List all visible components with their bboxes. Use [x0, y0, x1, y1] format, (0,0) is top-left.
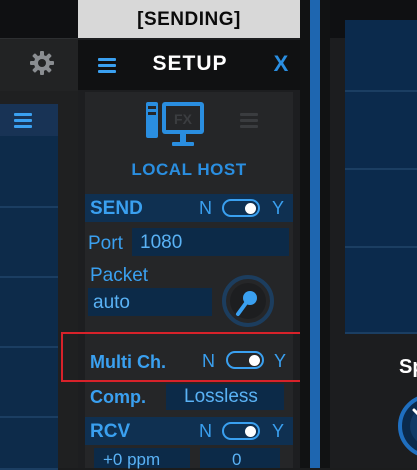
- left-channel-list: [0, 104, 58, 470]
- comp-value: Lossless: [184, 386, 258, 407]
- right-partial-label: Sp: [399, 356, 417, 378]
- toggle-knob: [245, 426, 256, 437]
- close-button[interactable]: X: [268, 51, 294, 77]
- column-divider-accent: [310, 0, 320, 468]
- setup-title: SETUP: [152, 52, 228, 75]
- offset-value: 0: [232, 450, 242, 469]
- left-list-cell[interactable]: [0, 348, 58, 418]
- left-list-cell[interactable]: [0, 278, 58, 348]
- left-list-cell[interactable]: [0, 136, 58, 208]
- ppm-value: +0 ppm: [103, 450, 161, 469]
- center-title: [SENDING]: [137, 9, 241, 30]
- left-topbar: [0, 0, 78, 39]
- port-label: Port: [88, 233, 123, 254]
- right-channel-list: [345, 20, 417, 334]
- right-list-cell[interactable]: [345, 20, 417, 92]
- packet-knob[interactable]: [221, 274, 275, 328]
- comp-label: Comp.: [90, 387, 146, 407]
- toggle-knob: [245, 203, 256, 214]
- dial-knob[interactable]: [392, 388, 417, 458]
- packet-label: Packet: [90, 265, 149, 286]
- gear-icon[interactable]: [28, 49, 56, 77]
- local-host-label[interactable]: LOCAL HOST: [85, 160, 293, 180]
- send-label: SEND: [90, 198, 143, 219]
- rcv-toggle[interactable]: [222, 422, 260, 440]
- left-list-cell[interactable]: [0, 418, 58, 470]
- monitor-icon: FX: [142, 98, 208, 156]
- rcv-y-label: Y: [272, 421, 285, 441]
- send-y-label: Y: [272, 198, 285, 218]
- left-list-cell[interactable]: [0, 208, 58, 278]
- fx-badge-text: FX: [174, 111, 193, 127]
- send-toggle[interactable]: [222, 199, 260, 217]
- list-icon: [238, 110, 260, 130]
- packet-value: auto: [93, 292, 130, 313]
- menu-icon[interactable]: [12, 110, 34, 130]
- send-n-label: N: [199, 198, 212, 218]
- rcv-label: RCV: [90, 421, 131, 442]
- right-list-cell[interactable]: [345, 92, 417, 170]
- port-value: 1080: [140, 232, 183, 253]
- rcv-n-label: N: [199, 421, 212, 441]
- right-list-cell[interactable]: [345, 170, 417, 248]
- menu-icon[interactable]: [96, 55, 118, 75]
- highlight-box: [61, 332, 306, 382]
- right-list-cell[interactable]: [345, 248, 417, 334]
